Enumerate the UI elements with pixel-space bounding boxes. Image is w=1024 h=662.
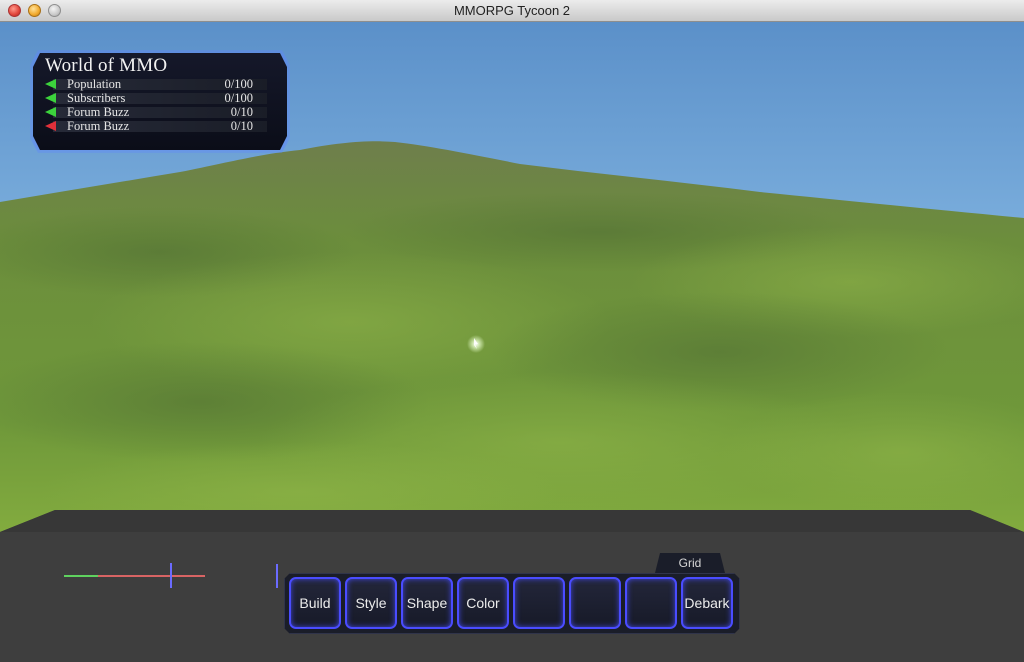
window-title: MMORPG Tycoon 2 (453, 3, 571, 18)
stat-value: 0/100 (224, 91, 253, 105)
stat-row-forum-buzz: Forum Buzz 0/10 (45, 105, 277, 119)
empty-slot-1[interactable] (513, 577, 565, 629)
stat-label: Forum Buzz (67, 105, 130, 119)
stat-label: Subscribers (67, 91, 126, 105)
stat-label: Population (67, 77, 122, 91)
green-left-arrow-icon (45, 93, 56, 103)
stat-value: 0/10 (230, 119, 253, 133)
window-titlebar: MMORPG Tycoon 2 (0, 0, 1024, 22)
gizmo-x-axis (64, 575, 98, 577)
stat-label: Forum Buzz (67, 119, 130, 133)
empty-slot-2[interactable] (569, 577, 621, 629)
style-button[interactable]: Style (345, 577, 397, 629)
world-stats-panel: World of MMO Population 0/100 Subscriber… (33, 53, 287, 150)
red-left-arrow-icon (45, 121, 56, 131)
world-name: World of MMO (45, 55, 168, 76)
debark-button[interactable]: Debark (681, 577, 733, 629)
stat-value: 0/10 (230, 105, 253, 119)
stat-row-subscribers: Subscribers 0/100 (45, 91, 277, 105)
gizmo-y-axis (98, 575, 205, 577)
empty-slot-3[interactable] (625, 577, 677, 629)
grid-tab[interactable]: Grid (655, 553, 725, 573)
green-left-arrow-icon (45, 107, 56, 117)
color-button[interactable]: Color (457, 577, 509, 629)
stat-row-forum-buzz-2: Forum Buzz 0/10 (45, 119, 277, 133)
stat-value: 0/100 (224, 77, 253, 91)
stat-row-population: Population 0/100 (45, 77, 277, 91)
gizmo-z-axis (170, 563, 172, 588)
green-left-arrow-icon (45, 79, 56, 89)
build-button[interactable]: Build (289, 577, 341, 629)
toolbar-marker (276, 564, 278, 588)
shape-button[interactable]: Shape (401, 577, 453, 629)
